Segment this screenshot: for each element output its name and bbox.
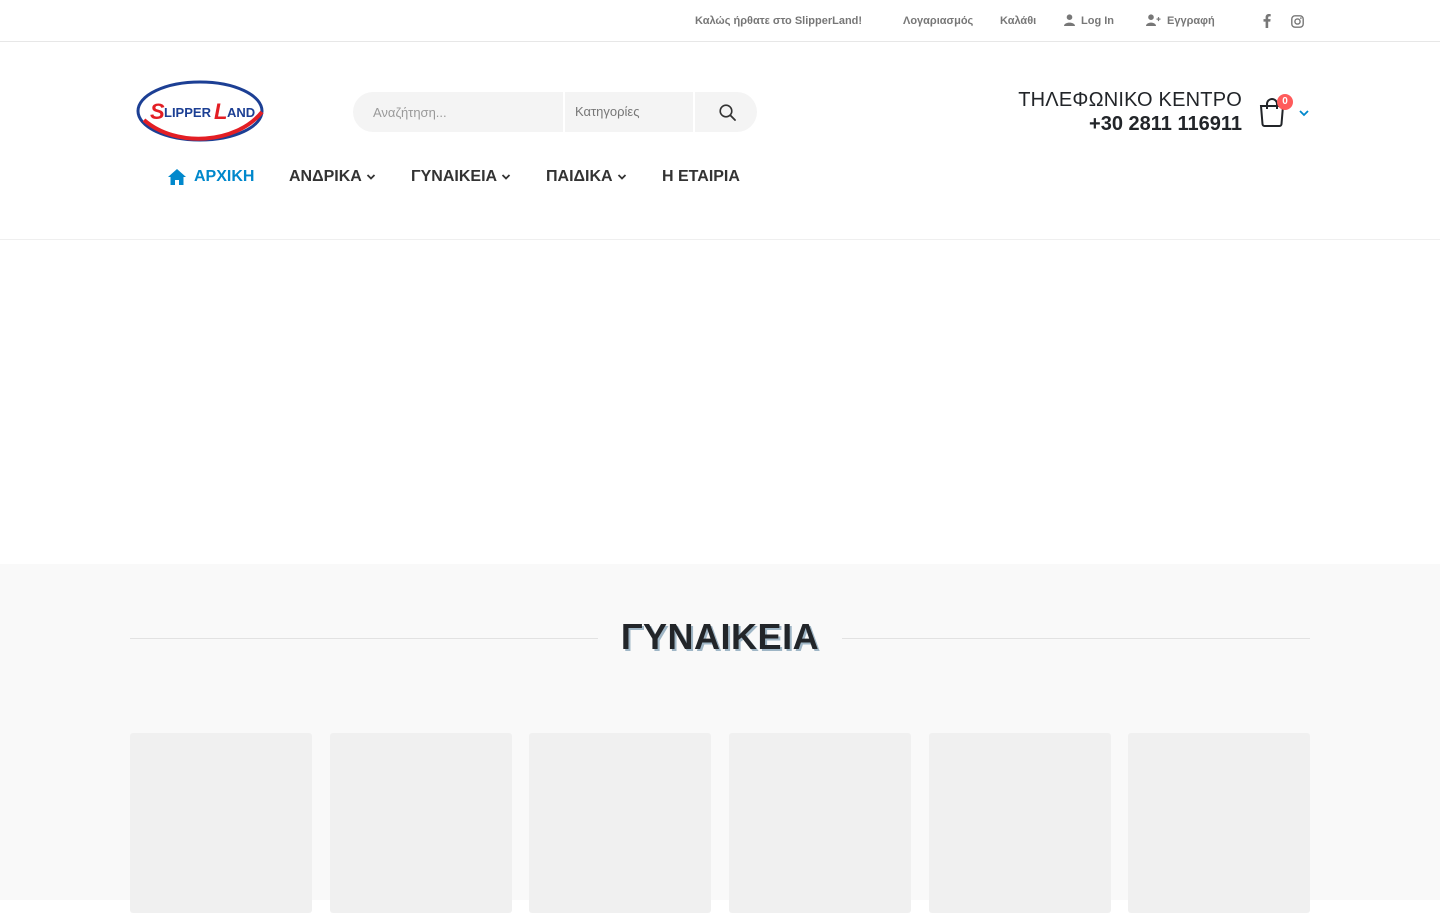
nav-item-kids[interactable]: ΠΑΙΔΙΚΑ	[546, 166, 627, 188]
phone-number[interactable]: +30 2811 116911	[1089, 113, 1242, 136]
category-select[interactable]: Κατηγορίες	[575, 92, 695, 132]
login-label: Log In	[1081, 15, 1114, 27]
chevron-down-icon	[366, 174, 375, 180]
product-card[interactable]	[529, 733, 711, 913]
product-card[interactable]	[929, 733, 1111, 913]
svg-text:AND: AND	[227, 105, 255, 120]
search-divider	[693, 92, 695, 132]
product-card[interactable]	[330, 733, 512, 913]
search-divider	[563, 92, 565, 132]
nav-label: ΓΥΝΑΙΚΕΙΑ	[411, 168, 498, 185]
chevron-down-icon	[617, 174, 626, 180]
product-card[interactable]	[130, 733, 312, 913]
svg-text:LIPPER: LIPPER	[164, 105, 212, 120]
top-bar: Καλώς ήρθατε στο SlipperLand! Λογαριασμό…	[0, 0, 1440, 42]
nav-item-home[interactable]: ΑΡΧΙΚΗ	[167, 166, 254, 188]
user-icon	[1064, 14, 1075, 27]
cart-count-badge: 0	[1277, 94, 1293, 110]
account-link[interactable]: Λογαριασμός	[903, 0, 973, 42]
nav-label: ΑΡΧΙΚΗ	[194, 168, 255, 185]
register-link[interactable]: Εγγραφή	[1146, 0, 1215, 42]
nav-item-women[interactable]: ΓΥΝΑΙΚΕΙΑ	[411, 166, 511, 188]
svg-text:S: S	[150, 99, 165, 124]
nav-label: Η ΕΤΑΙΡΙΑ	[662, 168, 740, 185]
cart-link[interactable]: Καλάθι	[1000, 0, 1036, 42]
search-button[interactable]	[697, 92, 757, 132]
product-card[interactable]	[729, 733, 911, 913]
welcome-text: Καλώς ήρθατε στο SlipperLand!	[695, 15, 863, 27]
search-icon	[718, 103, 736, 121]
nav-item-men[interactable]: ΑΝΔΡΙΚΑ	[289, 166, 376, 188]
chevron-down-icon[interactable]	[1298, 106, 1310, 118]
site-logo[interactable]: S LIPPER L AND	[136, 78, 264, 144]
login-link[interactable]: Log In	[1064, 0, 1114, 42]
instagram-icon[interactable]	[1289, 13, 1305, 29]
svg-text:L: L	[214, 99, 227, 124]
header-divider	[0, 239, 1440, 240]
section-title: ΓΥΝΑΙΚΕΙΑ	[620, 616, 820, 657]
nav-item-company[interactable]: Η ΕΤΑΙΡΙΑ	[662, 166, 740, 188]
chevron-down-icon	[501, 174, 511, 180]
search-bar: Κατηγορίες	[353, 92, 757, 132]
home-icon	[168, 169, 186, 185]
facebook-icon[interactable]	[1259, 13, 1275, 29]
nav-label: ΑΝΔΡΙΚΑ	[289, 168, 362, 185]
women-section: ΓΥΝΑΙΚΕΙΑ	[0, 564, 1440, 913]
phone-label: ΤΗΛΕΦΩΝΙΚΟ ΚΕΝΤΡΟ	[1018, 89, 1242, 111]
search-input[interactable]	[353, 92, 583, 132]
product-card[interactable]	[1128, 733, 1310, 913]
nav-label: ΠΑΙΔΙΚΑ	[546, 168, 613, 185]
user-plus-icon	[1146, 14, 1161, 27]
register-label: Εγγραφή	[1167, 15, 1215, 27]
